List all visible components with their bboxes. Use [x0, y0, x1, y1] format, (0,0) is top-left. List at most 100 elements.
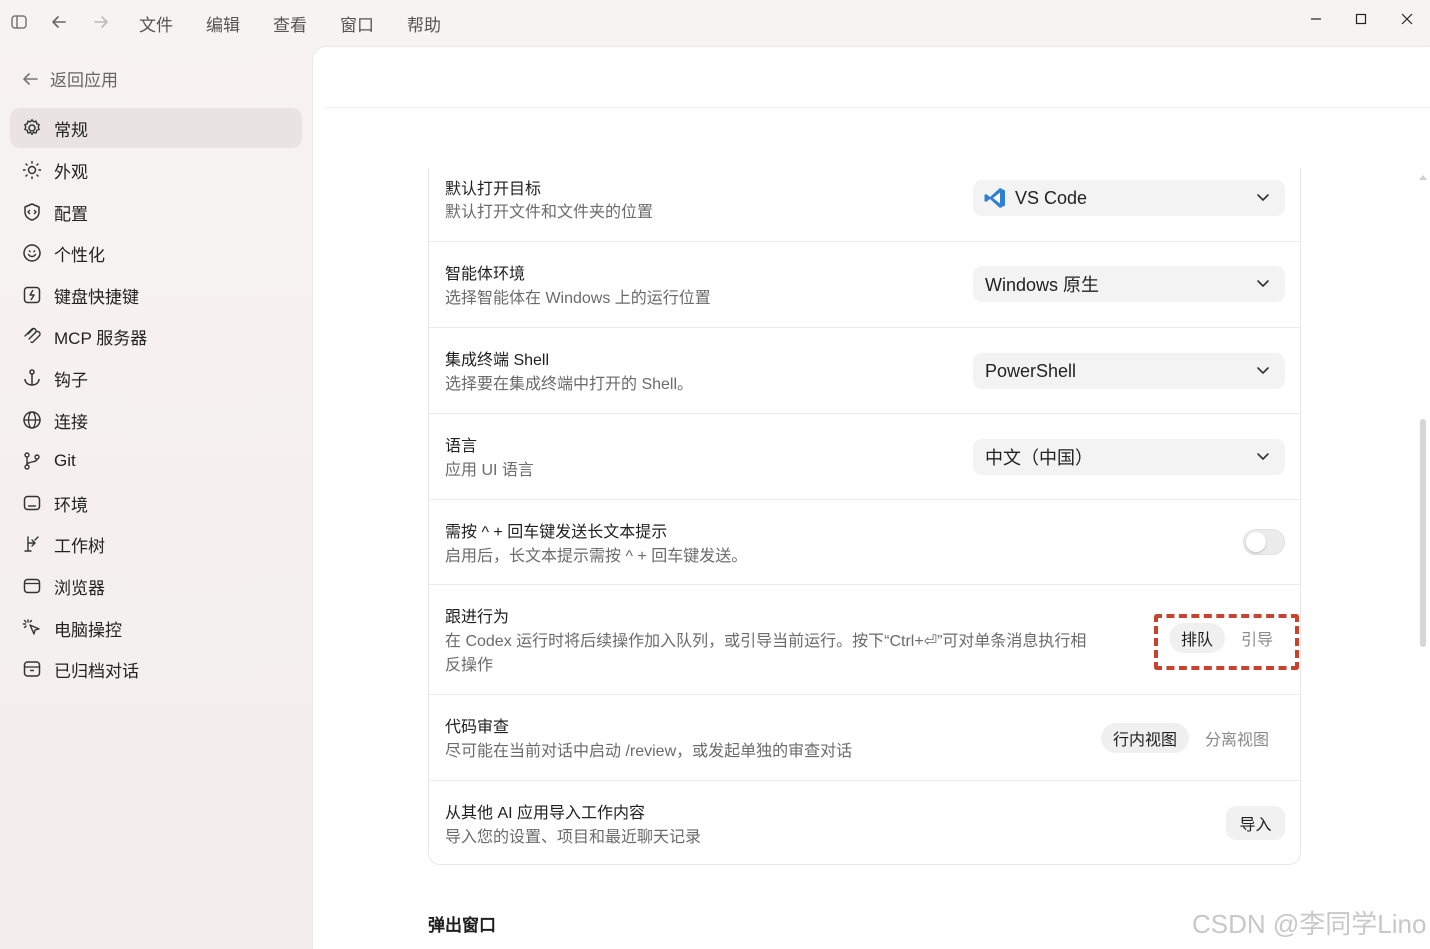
- title-bar: 文件 编辑 查看 窗口 帮助: [0, 0, 1430, 46]
- setting-title: 语言: [445, 438, 478, 455]
- annotation-highlight-box: [1154, 614, 1299, 670]
- setting-row-code-review: 代码审查 尽可能在当前对话中启动 /review，或发起单独的审查对话 行内视图…: [429, 695, 1300, 781]
- menu-edit[interactable]: 编辑: [206, 11, 240, 36]
- chevron-down-icon: [1257, 453, 1269, 460]
- maximize-button[interactable]: [1343, 6, 1379, 32]
- general-settings-card: 默认打开目标 默认打开文件和文件夹的位置 VS Code 智能体环境 选择智能体…: [428, 167, 1301, 865]
- header-divider: [325, 107, 1430, 108]
- environment-icon: [22, 493, 42, 513]
- terminal-shell-value: PowerShell: [985, 360, 1077, 381]
- config-icon: [22, 202, 42, 222]
- sidebar-item-environment[interactable]: 环境: [10, 483, 302, 523]
- minimize-button[interactable]: [1298, 6, 1334, 32]
- sidebar-item-hooks[interactable]: 钩子: [10, 358, 302, 398]
- vscode-icon: [984, 188, 1005, 208]
- setting-row-agent-environment: 智能体环境 选择智能体在 Windows 上的运行位置 Windows 原生: [429, 242, 1300, 328]
- back-to-app-link[interactable]: 返回应用: [20, 66, 118, 91]
- default-open-select[interactable]: VS Code: [973, 180, 1285, 216]
- sidebar-item-label: 钩子: [54, 370, 88, 390]
- menu-help[interactable]: 帮助: [407, 11, 441, 36]
- gear-icon: [22, 118, 42, 138]
- close-button[interactable]: [1389, 6, 1425, 32]
- agent-environment-select[interactable]: Windows 原生: [973, 266, 1285, 302]
- globe-icon: [22, 410, 42, 430]
- popup-window-section-title: 弹出窗口: [428, 916, 496, 935]
- setting-description-line2: 反操作: [445, 657, 494, 674]
- chevron-down-icon: [1257, 280, 1269, 287]
- forward-arrow-icon[interactable]: [90, 11, 112, 33]
- setting-title: 默认打开目标: [445, 181, 542, 198]
- setting-title: 从其他 AI 应用导入工作内容: [445, 805, 646, 822]
- setting-description: 默认打开文件和文件夹的位置: [445, 204, 654, 221]
- sun-icon: [22, 160, 42, 180]
- watermark-text: CSDN @李同学Lino: [1192, 909, 1427, 939]
- setting-row-terminal-shell: 集成终端 Shell 选择要在集成终端中打开的 Shell。 PowerShel…: [429, 328, 1300, 414]
- sidebar-item-label: 个性化: [54, 245, 105, 265]
- maximize-icon: [1355, 13, 1367, 25]
- close-icon: [1401, 13, 1413, 25]
- setting-description: 尽可能在当前对话中启动 /review，或发起单独的审查对话: [445, 743, 853, 760]
- sidebar-item-mcp-servers[interactable]: MCP 服务器: [10, 316, 302, 356]
- minimize-icon: [1311, 18, 1321, 20]
- back-arrow-icon[interactable]: [48, 11, 70, 33]
- browser-icon: [22, 576, 42, 596]
- sidebar-item-label: 电脑操控: [54, 620, 122, 640]
- terminal-shell-select[interactable]: PowerShell: [973, 353, 1285, 389]
- sidebar-item-label: MCP 服务器: [54, 328, 148, 348]
- long-prompt-toggle[interactable]: [1243, 529, 1285, 555]
- code-review-option-separate[interactable]: 分离视图: [1193, 723, 1281, 753]
- setting-title: 代码审查: [445, 719, 510, 736]
- worktree-icon: [22, 534, 42, 554]
- setting-description: 选择要在集成终端中打开的 Shell。: [445, 376, 694, 393]
- setting-description: 选择智能体在 Windows 上的运行位置: [445, 290, 711, 307]
- import-button[interactable]: 导入: [1226, 806, 1285, 840]
- sidebar-item-archived-chats[interactable]: 已归档对话: [10, 649, 302, 689]
- sidebar-item-connections[interactable]: 连接: [10, 400, 302, 440]
- sidebar-item-computer-control[interactable]: 电脑操控: [10, 608, 302, 648]
- menu-file[interactable]: 文件: [139, 11, 173, 36]
- keyboard-bolt-icon: [22, 285, 42, 305]
- archive-icon: [22, 659, 42, 679]
- menu-view[interactable]: 查看: [273, 11, 307, 36]
- sidebar-item-keyboard-shortcuts[interactable]: 键盘快捷键: [10, 275, 302, 315]
- sidebar-item-label: 已归档对话: [54, 661, 139, 681]
- agent-environment-value: Windows 原生: [985, 275, 1100, 295]
- setting-description: 启用后，长文本提示需按 ^ + 回车键发送。: [445, 548, 748, 565]
- scrollbar-thumb[interactable]: [1420, 419, 1426, 647]
- sidebar-item-config[interactable]: 配置: [10, 192, 302, 232]
- sidebar-item-browser[interactable]: 浏览器: [10, 566, 302, 606]
- sidebar-item-label: Git: [54, 451, 76, 470]
- chevron-down-icon: [1257, 367, 1269, 374]
- sidebar-item-label: 常规: [54, 120, 88, 140]
- sidebar-item-general[interactable]: 常规: [10, 108, 302, 148]
- anchor-icon: [22, 368, 42, 388]
- computer-control-icon: [22, 618, 42, 638]
- sidebar-item-worktree[interactable]: 工作树: [10, 524, 302, 564]
- sidebar-toggle-icon[interactable]: [8, 11, 30, 33]
- setting-row-long-prompt-send: 需按 ^ + 回车键发送长文本提示 启用后，长文本提示需按 ^ + 回车键发送。: [429, 500, 1300, 585]
- sidebar-item-appearance[interactable]: 外观: [10, 150, 302, 190]
- back-arrow-icon: [23, 72, 38, 85]
- sidebar-item-label: 工作树: [54, 536, 105, 556]
- setting-description: 导入您的设置、项目和最近聊天记录: [445, 829, 702, 846]
- setting-description-line1: 在 Codex 运行时将后续操作加入队列，或引导当前运行。按下“Ctrl+⏎”可…: [445, 633, 1087, 650]
- back-to-app-label: 返回应用: [50, 71, 118, 90]
- sidebar-item-label: 环境: [54, 495, 88, 515]
- settings-main-panel: 默认打开目标 默认打开文件和文件夹的位置 VS Code 智能体环境 选择智能体…: [312, 46, 1430, 949]
- setting-row-language: 语言 应用 UI 语言 中文（中国）: [429, 414, 1300, 500]
- sidebar-item-personalization[interactable]: 个性化: [10, 233, 302, 273]
- sidebar-item-label: 配置: [54, 204, 88, 224]
- language-select[interactable]: 中文（中国）: [973, 439, 1285, 475]
- settings-sidebar: 返回应用 常规 外观 配置 个性化 键盘快捷键 MCP 服务器 钩子 连接 Gi…: [0, 46, 312, 949]
- setting-title: 跟进行为: [445, 609, 510, 626]
- sidebar-item-git[interactable]: Git: [10, 441, 302, 481]
- code-review-segmented-control: 行内视图 分离视图: [1101, 723, 1281, 753]
- code-review-option-inline[interactable]: 行内视图: [1101, 723, 1190, 753]
- setting-title: 需按 ^ + 回车键发送长文本提示: [445, 524, 668, 541]
- menu-window[interactable]: 窗口: [340, 11, 374, 36]
- setting-row-import: 从其他 AI 应用导入工作内容 导入您的设置、项目和最近聊天记录 导入: [429, 781, 1300, 865]
- scroll-up-arrow-icon[interactable]: [1417, 169, 1429, 180]
- setting-row-default-open: 默认打开目标 默认打开文件和文件夹的位置 VS Code: [429, 167, 1300, 242]
- language-value: 中文（中国）: [985, 448, 1093, 468]
- sidebar-item-label: 外观: [54, 162, 88, 182]
